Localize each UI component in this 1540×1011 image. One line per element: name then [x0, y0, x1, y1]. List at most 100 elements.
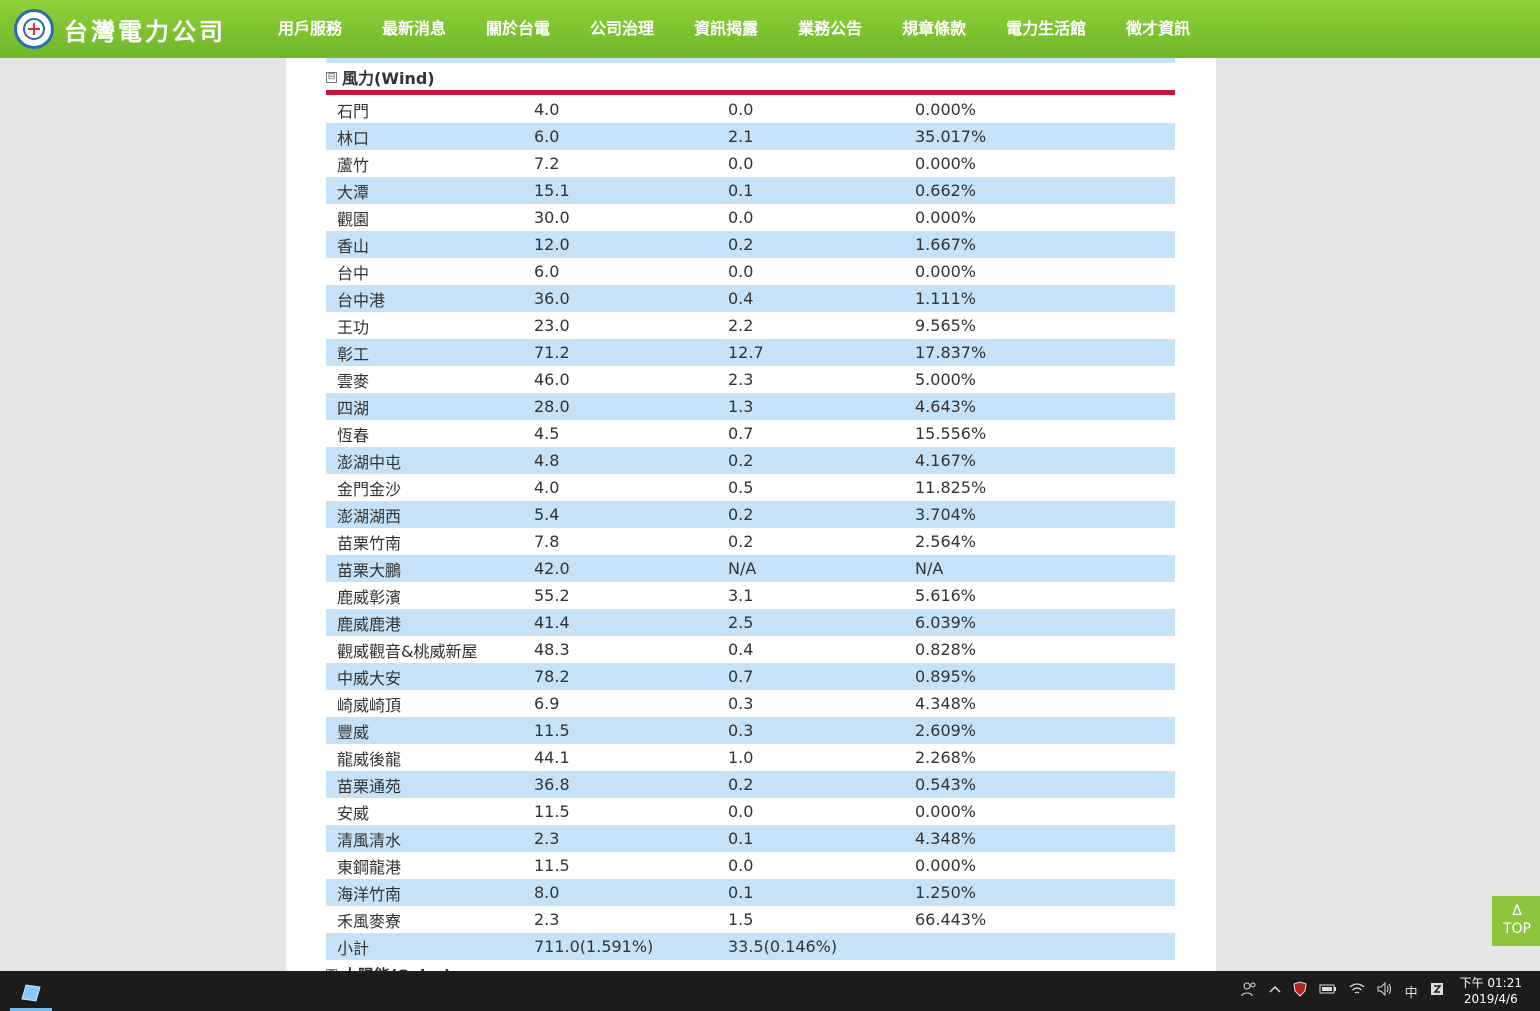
table-row: 禾風麥寮 2.3 1.5 66.443%	[326, 906, 1175, 933]
output-cell: 0.1	[728, 177, 915, 204]
station-name-cell: 苗栗通苑	[326, 771, 534, 798]
nav-item[interactable]: 徵才資訊	[1106, 0, 1210, 58]
capacity-cell: 11.5	[534, 717, 728, 744]
people-icon[interactable]	[1235, 981, 1263, 1001]
output-cell: 0.1	[728, 879, 915, 906]
capacity-cell: 6.9	[534, 694, 560, 713]
ratio-cell: 0.828%	[915, 640, 977, 659]
section-header-wind[interactable]: ⊟ 風力(Wind)	[326, 66, 435, 88]
table-row: 苗栗竹南 7.8 0.2 2.564%	[326, 528, 1175, 555]
capacity-cell: 4.0	[534, 478, 560, 497]
capacity-cell: 12.0	[534, 231, 728, 258]
battery-icon[interactable]	[1313, 983, 1343, 999]
station-name-cell: 禾風麥寮	[337, 911, 402, 931]
section-header-solar[interactable]: ⊟ 太陽能(Solar)	[326, 962, 451, 971]
table-row: 恆春 4.5 0.7 15.556%	[326, 420, 1175, 447]
ratio-cell: 2.609%	[915, 717, 1175, 744]
previous-table-edge	[326, 58, 1175, 63]
ratio-cell: 0.000%	[915, 154, 977, 173]
table-row: 清風清水 2.3 0.1 4.348%	[326, 825, 1175, 852]
content-panel: ⊟ 風力(Wind) 石門 4.0 0.0 0.000% 林口 6.0 2.1 35.017%…	[286, 58, 1216, 971]
output-cell: 1.0	[728, 748, 754, 767]
output-cell: 0.4	[728, 640, 754, 659]
station-name-cell: 澎湖湖西	[326, 501, 534, 528]
logo-text: 台灣電力公司	[64, 16, 226, 46]
volume-icon[interactable]	[1371, 981, 1399, 1000]
output-cell: 2.5	[728, 609, 915, 636]
ratio-cell: 1.667%	[915, 231, 1175, 258]
nav-item[interactable]: 公司治理	[570, 0, 674, 58]
capacity-cell: 46.0	[534, 370, 570, 389]
capacity-cell: 4.5	[534, 424, 560, 443]
ratio-cell	[915, 933, 1175, 960]
nav-item[interactable]: 用戶服務	[258, 0, 362, 58]
capacity-cell: 8.0	[534, 879, 728, 906]
station-name-cell: 鹿威鹿港	[326, 609, 534, 636]
station-name-cell: 澎湖中屯	[326, 447, 534, 474]
table-row: 龍威後龍 44.1 1.0 2.268%	[326, 744, 1175, 771]
input-method-indicator[interactable]: 中	[1399, 982, 1424, 1001]
capacity-cell: 4.8	[534, 447, 728, 474]
station-name-cell: 崎威崎頂	[337, 695, 402, 715]
station-name-cell: 觀園	[337, 209, 370, 229]
ratio-cell: 11.825%	[915, 478, 987, 497]
ratio-cell: 3.704%	[915, 501, 1175, 528]
top-label: TOP	[1502, 921, 1531, 937]
table-row: 金門金沙 4.0 0.5 11.825%	[326, 474, 1175, 501]
nav-item[interactable]: 規章條款	[882, 0, 986, 58]
station-name-cell: 小計	[326, 933, 534, 960]
nav-item[interactable]: 業務公告	[778, 0, 882, 58]
table-row: 中威大安 78.2 0.7 0.895%	[326, 663, 1175, 690]
input-mode-icon[interactable]	[1424, 982, 1450, 1000]
output-cell: 2.1	[728, 123, 915, 150]
output-cell: 0.4	[728, 285, 915, 312]
pinned-app-icon[interactable]	[10, 975, 52, 1011]
station-name-cell: 石門	[337, 101, 370, 121]
nav-item[interactable]: 資訊揭露	[674, 0, 778, 68]
ratio-cell: 0.000%	[915, 856, 977, 875]
nav-item[interactable]: 電力生活館	[986, 0, 1106, 58]
windows-taskbar: 中 下午 01:21 2019/4/6	[0, 971, 1540, 1011]
capacity-cell: 2.3	[534, 825, 728, 852]
output-cell: 0.0	[728, 208, 754, 227]
table-row: 彰工 71.2 12.7 17.837%	[326, 339, 1175, 366]
station-name-cell: 苗栗竹南	[337, 533, 402, 553]
capacity-cell: 36.0	[534, 285, 728, 312]
station-name-cell: 東鋼龍港	[337, 857, 402, 877]
table-row: 東鋼龍港 11.5 0.0 0.000%	[326, 852, 1175, 879]
station-name-cell: 大潭	[326, 177, 534, 204]
station-name-cell: 蘆竹	[337, 155, 370, 175]
ratio-cell: 0.000%	[915, 802, 977, 821]
collapse-toggle-icon[interactable]: ⊟	[326, 71, 337, 83]
output-cell: 1.5	[728, 910, 754, 929]
capacity-cell: 6.0	[534, 262, 560, 281]
station-name-cell: 雲麥	[337, 371, 370, 391]
system-tray: 中 下午 01:21 2019/4/6	[1235, 971, 1540, 1011]
output-cell: 0.0	[728, 856, 754, 875]
output-cell: 0.2	[728, 231, 915, 258]
section-divider	[326, 90, 1175, 95]
ratio-cell: 0.543%	[915, 771, 1175, 798]
ratio-cell: 1.250%	[915, 879, 1175, 906]
ratio-cell: 5.616%	[915, 586, 977, 605]
back-to-top-button[interactable]: Δ TOP	[1492, 896, 1540, 946]
nav-item[interactable]: 關於台電	[466, 0, 570, 58]
chevron-up-icon[interactable]	[1263, 983, 1287, 999]
system-clock[interactable]: 下午 01:21 2019/4/6	[1450, 975, 1540, 1007]
ratio-cell: 4.348%	[915, 825, 1175, 852]
ratio-cell: 6.039%	[915, 609, 1175, 636]
output-cell: 0.2	[728, 771, 915, 798]
nav-item[interactable]: 最新消息	[362, 0, 466, 58]
site-logo[interactable]: 台灣電力公司	[14, 9, 226, 49]
table-row: 四湖 28.0 1.3 4.643%	[326, 393, 1175, 420]
table-row: 雲麥 46.0 2.3 5.000%	[326, 366, 1175, 393]
output-cell: 0.0	[728, 100, 754, 119]
table-row: 大潭 15.1 0.1 0.662%	[326, 177, 1175, 204]
wifi-icon[interactable]	[1343, 982, 1371, 1000]
taipower-emblem-icon	[14, 9, 54, 49]
ratio-cell: 1.111%	[915, 285, 1175, 312]
capacity-cell: 42.0	[534, 555, 728, 582]
station-name-cell: 恆春	[337, 425, 370, 445]
security-shield-icon[interactable]	[1287, 981, 1313, 1001]
station-name-cell: 龍威後龍	[337, 749, 402, 769]
